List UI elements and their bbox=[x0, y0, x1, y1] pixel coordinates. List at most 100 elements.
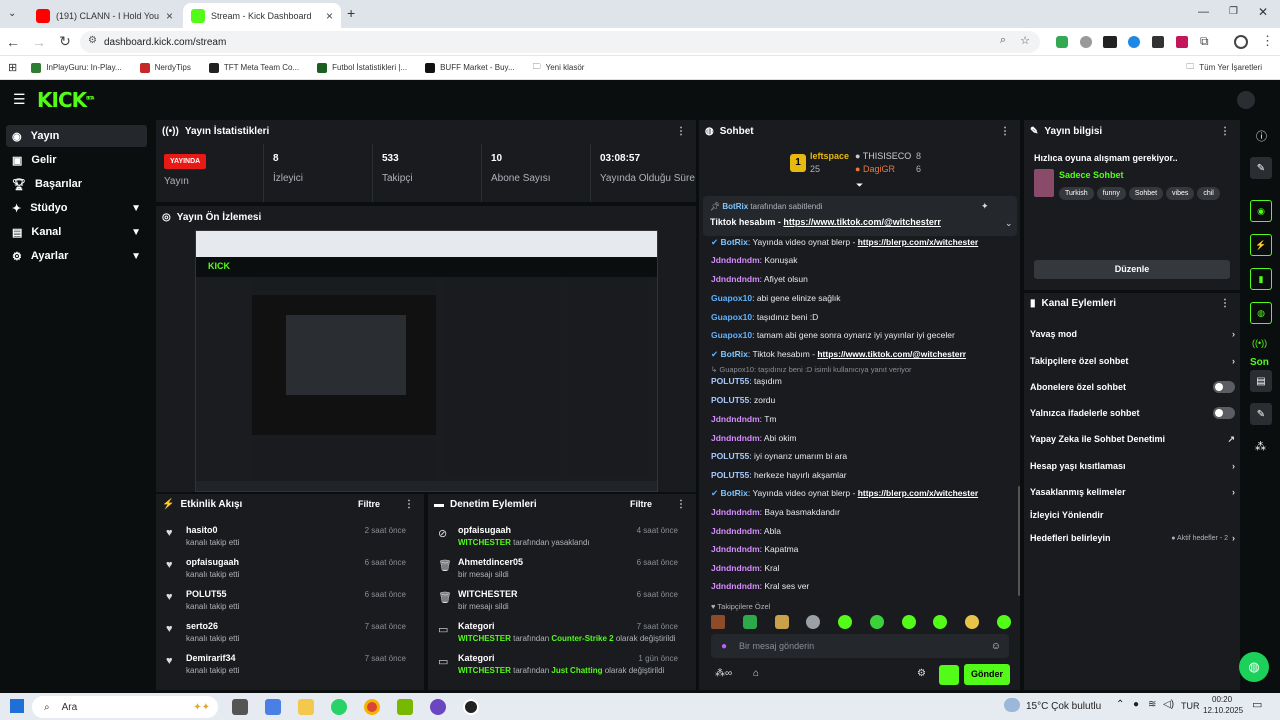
extension-icon[interactable] bbox=[1056, 36, 1068, 48]
chat-input[interactable]: ● Bir mesaj gönderin ☺ bbox=[711, 634, 1009, 658]
bookmark-item[interactable]: TFT Meta Team Co... bbox=[208, 62, 299, 73]
emote-icon[interactable] bbox=[965, 615, 980, 629]
unpin-icon[interactable]: ✦ bbox=[981, 201, 989, 212]
tray-chevron-icon[interactable]: ⌃ bbox=[1116, 699, 1124, 710]
hamburger-menu-icon[interactable]: ☰ bbox=[13, 91, 26, 108]
bookmark-item[interactable]: Futbol İstatistikleri |... bbox=[317, 62, 407, 73]
zoom-icon[interactable]: ⌕ bbox=[1000, 34, 1006, 47]
tab-kick-dashboard[interactable]: Stream - Kick Dashboard × bbox=[183, 3, 341, 28]
task-view-icon[interactable] bbox=[232, 699, 248, 715]
sidebar-item-basarilar[interactable]: 🏆︎ Başarılar bbox=[6, 173, 147, 195]
mic-tray-icon[interactable]: ● bbox=[1133, 699, 1139, 710]
chat-tools-icon[interactable]: ⁂∞ bbox=[715, 668, 732, 679]
close-icon[interactable]: × bbox=[166, 9, 173, 23]
minimize-button[interactable]: — bbox=[1198, 6, 1209, 18]
rail-broadcast-icon[interactable]: ((•)) bbox=[1252, 338, 1267, 348]
info-icon[interactable]: ⓘ bbox=[1256, 128, 1267, 144]
extension-icon[interactable] bbox=[1128, 36, 1140, 48]
emote-icon[interactable] bbox=[806, 615, 821, 629]
reply-reference[interactable]: ↳ Guapox10: taşıdınız beni :D isimli kul… bbox=[711, 365, 912, 374]
bookmark-folder[interactable]: 🗀 Yeni klasör bbox=[533, 61, 585, 75]
rail-wrench-icon[interactable]: ✎ bbox=[1250, 403, 1272, 425]
tag[interactable]: funny bbox=[1096, 187, 1126, 200]
rail-card-icon[interactable]: ▮ bbox=[1250, 268, 1272, 290]
reload-icon[interactable]: ↻ bbox=[52, 33, 78, 50]
kick-logo[interactable]: KICKBETA bbox=[37, 88, 94, 112]
tag[interactable]: Turkish bbox=[1059, 187, 1094, 200]
windows-start-icon[interactable] bbox=[10, 699, 24, 713]
more-icon[interactable]: ⋮ bbox=[1000, 126, 1010, 137]
more-icon[interactable]: ⋮ bbox=[404, 499, 414, 510]
clock-time[interactable]: 00:20 bbox=[1212, 695, 1232, 704]
rail-chat-icon[interactable]: ◍ bbox=[1250, 302, 1272, 324]
rail-camera-icon[interactable]: ◉ bbox=[1250, 200, 1272, 222]
obs-icon[interactable] bbox=[463, 699, 479, 715]
emote-icon[interactable] bbox=[901, 615, 916, 629]
action-followers-only[interactable]: Takipçilere özel sohbet › bbox=[1030, 352, 1235, 370]
subs-only-toggle[interactable] bbox=[1213, 381, 1235, 393]
emote-only-toggle[interactable] bbox=[1213, 407, 1235, 419]
action-slow-mode[interactable]: Yavaş mod › bbox=[1030, 325, 1235, 343]
edit-button[interactable]: Düzenle bbox=[1034, 260, 1230, 279]
emote-icon[interactable] bbox=[996, 615, 1011, 629]
url-field[interactable]: ⚙ dashboard.kick.com/stream ⌕ ☆ bbox=[80, 31, 1040, 53]
action-banned-words[interactable]: Yasaklanmış kelimeler › bbox=[1030, 483, 1235, 501]
language-indicator[interactable]: TUR bbox=[1181, 701, 1200, 711]
leader-name[interactable]: ● THISISECO bbox=[855, 151, 911, 161]
bookmark-star-icon[interactable]: ☆ bbox=[1020, 34, 1030, 47]
emote-icon[interactable] bbox=[774, 615, 789, 629]
clock-date[interactable]: 12.10.2025 bbox=[1203, 706, 1243, 715]
bookmark-item[interactable]: InPlayGuru: In-Play... bbox=[31, 62, 122, 73]
all-bookmarks[interactable]: 🗀 Tüm Yer İşaretleri bbox=[1186, 61, 1262, 75]
tab-youtube[interactable]: (191) CLANN - I Hold You - You × bbox=[28, 3, 181, 28]
menu-kebab-icon[interactable]: ⋮ bbox=[1261, 33, 1274, 49]
extension-icon[interactable] bbox=[1103, 36, 1117, 48]
forward-icon[interactable]: → bbox=[26, 34, 52, 50]
extensions-puzzle-icon[interactable]: ⧉ bbox=[1200, 34, 1209, 49]
bookmark-item[interactable]: NerdyTips bbox=[139, 62, 191, 73]
stream-preview-video[interactable]: KICK bbox=[195, 230, 658, 492]
category-name[interactable]: Sadece Sohbet bbox=[1059, 170, 1124, 180]
sidebar-item-studyo[interactable]: ✦ Stüdyo ▼ bbox=[6, 197, 147, 219]
filter-button[interactable]: Filtre bbox=[358, 499, 380, 509]
tag[interactable]: chil bbox=[1197, 187, 1220, 200]
app-icon[interactable] bbox=[430, 699, 446, 715]
rail-share-icon[interactable]: ⁂ bbox=[1255, 440, 1266, 453]
new-tab-button[interactable]: + bbox=[347, 5, 355, 21]
leader-name[interactable]: leftspace bbox=[810, 151, 849, 161]
leader-name[interactable]: ● DagiGR bbox=[855, 164, 895, 174]
bookmark-item[interactable]: BUFF Market - Buy... bbox=[425, 62, 515, 73]
window-close-button[interactable]: ✕ bbox=[1258, 5, 1268, 19]
whatsapp-icon[interactable] bbox=[331, 699, 347, 715]
sidebar-item-kanal[interactable]: ▤ Kanal ▼ bbox=[6, 221, 147, 243]
tag[interactable]: Sohbet bbox=[1128, 187, 1164, 200]
profile-icon[interactable] bbox=[1234, 35, 1248, 49]
extension-icon[interactable] bbox=[1080, 36, 1092, 48]
more-icon[interactable]: ⋮ bbox=[676, 126, 686, 137]
pinned-message[interactable]: 📌︎ BotRix tarafından sabitlendi Tiktok h… bbox=[703, 196, 1017, 236]
apps-grid-icon[interactable]: ⊞ bbox=[8, 61, 17, 74]
sidebar-item-ayarlar[interactable]: ⚙ Ayarlar ▼ bbox=[6, 245, 147, 267]
restore-button[interactable]: ❐ bbox=[1229, 6, 1238, 17]
chevron-down-icon[interactable]: ⌄ bbox=[1005, 218, 1013, 229]
expand-leaderboard-icon[interactable]: ⏷ bbox=[856, 180, 863, 191]
emote-icon[interactable] bbox=[742, 615, 757, 629]
action-raid[interactable]: İzleyici Yönlendir bbox=[1030, 506, 1235, 524]
extension-icon[interactable] bbox=[1176, 36, 1188, 48]
action-ai-moderation[interactable]: Yapay Zeka ile Sohbet Denetimi ↗ bbox=[1030, 430, 1235, 448]
emoji-icon[interactable]: ☺ bbox=[991, 641, 1001, 652]
sidebar-item-gelir[interactable]: ▣ Gelir bbox=[6, 149, 147, 171]
rail-layers-icon[interactable]: ▤ bbox=[1250, 370, 1272, 392]
rail-bolt-icon[interactable]: ⚡ bbox=[1250, 234, 1272, 256]
more-icon[interactable]: ⋮ bbox=[676, 499, 686, 510]
close-icon[interactable]: × bbox=[326, 9, 333, 23]
wifi-icon[interactable]: ≋ bbox=[1148, 699, 1156, 710]
copilot-icon[interactable] bbox=[265, 699, 281, 715]
more-icon[interactable]: ⋮ bbox=[1220, 298, 1230, 309]
nvidia-icon[interactable] bbox=[397, 699, 413, 715]
site-info-icon[interactable]: ⚙ bbox=[88, 35, 97, 46]
chrome-icon[interactable] bbox=[364, 699, 380, 715]
file-explorer-icon[interactable] bbox=[298, 699, 314, 715]
kick-rewards-icon[interactable] bbox=[939, 665, 959, 685]
store-icon[interactable]: ⌂ bbox=[753, 668, 759, 679]
